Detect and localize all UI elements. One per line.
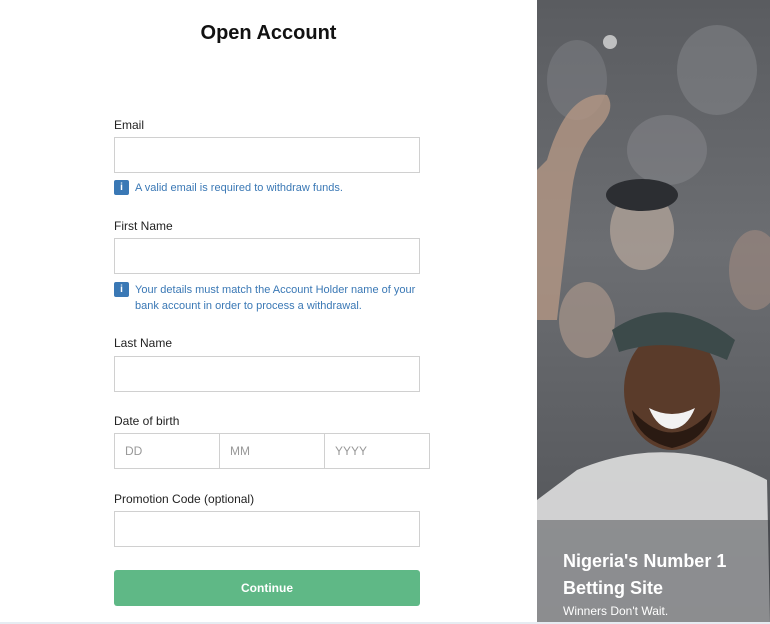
last-name-field[interactable] [114,356,420,392]
info-icon: i [114,180,129,195]
registration-form-panel: Open Account Email i A valid email is re… [0,0,537,624]
email-field[interactable] [114,137,420,173]
promo-code-label: Promotion Code (optional) [114,492,255,506]
promo-image-panel: Nigeria's Number 1 Betting Site Winners … [537,0,770,624]
promo-code-field[interactable] [114,511,420,547]
first-name-field[interactable] [114,238,420,274]
promo-headline: Nigeria's Number 1 Betting Site [563,551,727,598]
first-name-hint: i Your details must match the Account Ho… [114,282,420,314]
crowd-photo [537,25,770,624]
dob-month-field[interactable] [219,433,325,469]
promo-tagline: Winners Don't Wait. [563,604,669,618]
email-hint-text: A valid email is required to withdraw fu… [135,182,343,194]
dob-year-field[interactable] [324,433,430,469]
continue-button[interactable]: Continue [114,570,420,606]
email-label: Email [114,118,145,132]
dob-label: Date of birth [114,414,180,428]
email-hint: i A valid email is required to withdraw … [114,180,424,196]
first-name-hint-text: Your details must match the Account Hold… [135,284,416,312]
last-name-label: Last Name [114,336,173,350]
first-name-label: First Name [114,219,173,233]
dob-day-field[interactable] [114,433,220,469]
page-title: Open Account [200,22,337,44]
info-icon: i [114,282,129,297]
